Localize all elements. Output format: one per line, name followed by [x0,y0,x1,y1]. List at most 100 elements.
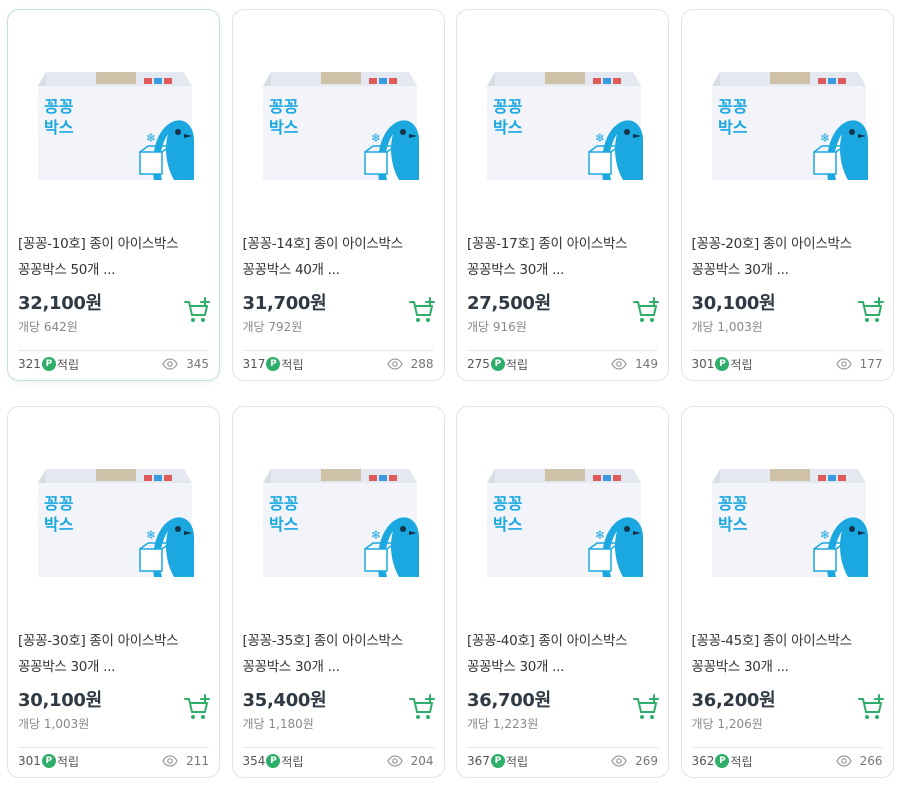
product-title[interactable]: [꽁꽁-20호] 종이 아이스박스 꽁꽁박스 30개 ... [692,231,887,283]
product-grid: 꽁꽁 박스 ❄ [꽁꽁-10호] 종이 아이스박스 꽁꽁박스 50개 ... 3… [7,9,894,778]
product-price: 31,700원 [242,293,327,314]
points-badge-icon: P [715,754,730,768]
svg-text:박스: 박스 [269,515,299,534]
view-count-value: 211 [186,754,209,768]
svg-text:꽁꽁: 꽁꽁 [269,97,299,116]
product-title-line2: 꽁꽁박스 30개 ... [691,659,789,675]
product-image[interactable]: 꽁꽁 박스 ❄ [682,407,893,617]
product-card[interactable]: 꽁꽁 박스 ❄ [꽁꽁-10호] 종이 아이스박스 꽁꽁박스 50개 ... 3… [7,9,220,381]
product-card[interactable]: 꽁꽁 박스 ❄ [꽁꽁-14호] 종이 아이스박스 꽁꽁박스 40개 ... 3… [231,9,445,381]
points-value: 362 [691,754,715,768]
reward-points: 301 P 적립 [692,355,753,373]
eye-icon [611,358,627,370]
product-title-line2: 꽁꽁박스 30개 ... [242,659,340,675]
divider [467,350,658,351]
product-card[interactable]: 꽁꽁 박스 ❄ [꽁꽁-17호] 종이 아이스박스 꽁꽁박스 30개 ... 2… [456,9,669,381]
points-value: 301 [691,357,715,371]
product-card[interactable]: 꽁꽁 박스 ❄ [꽁꽁-30호] 종이 아이스박스 꽁꽁박스 30개 ... 3… [7,406,220,778]
eye-icon [162,755,178,767]
product-card[interactable]: 꽁꽁 박스 ❄ [꽁꽁-40호] 종이 아이스박스 꽁꽁박스 30개 ... 3… [456,406,669,778]
product-image[interactable]: 꽁꽁 박스 ❄ [8,407,219,617]
svg-text:박스: 박스 [269,118,299,137]
svg-text:박스: 박스 [493,118,523,137]
ice-box-illustration: 꽁꽁 박스 ❄ [262,72,419,180]
product-price: 30,100원 [691,293,776,314]
add-to-cart-icon[interactable] [183,297,211,325]
eye-icon [835,358,852,370]
product-title[interactable]: [꽁꽁-14호] 종이 아이스박스 꽁꽁박스 40개 ... [243,231,438,283]
product-image[interactable]: 꽁꽁 박스 ❄ [682,10,893,220]
product-title-line2: 꽁꽁박스 50개 ... [18,262,116,278]
points-value: 317 [242,357,266,371]
ice-box-illustration: 꽁꽁 박스 ❄ [262,469,419,577]
product-image[interactable]: 꽁꽁 박스 ❄ [233,407,444,617]
product-title[interactable]: [꽁꽁-10호] 종이 아이스박스 꽁꽁박스 50개 ... [18,231,213,283]
svg-text:❄: ❄ [595,131,605,145]
svg-text:❄: ❄ [371,131,381,145]
product-title-line1: [꽁꽁-10호] 종이 아이스박스 [18,236,179,252]
product-image[interactable]: 꽁꽁 박스 ❄ [233,10,444,220]
view-count: 211 [162,752,209,770]
svg-text:❄: ❄ [371,528,381,542]
points-badge-icon: P [266,357,281,371]
points-value: 301 [18,754,41,768]
product-title[interactable]: [꽁꽁-45호] 종이 아이스박스 꽁꽁박스 30개 ... [692,628,887,680]
add-to-cart-icon[interactable] [857,694,885,722]
product-price: 36,700원 [467,690,551,711]
product-image[interactable]: 꽁꽁 박스 ❄ [457,10,668,220]
points-value: 321 [18,357,41,371]
view-count-value: 177 [859,357,883,371]
product-title[interactable]: [꽁꽁-30호] 종이 아이스박스 꽁꽁박스 30개 ... [18,628,213,680]
svg-text:꽁꽁: 꽁꽁 [718,97,748,116]
svg-text:박스: 박스 [44,118,74,137]
add-to-cart-icon[interactable] [183,694,211,722]
product-image[interactable]: 꽁꽁 박스 ❄ [457,407,668,617]
view-count: 149 [611,355,658,373]
product-title-line2: 꽁꽁박스 30개 ... [18,659,116,675]
view-count: 345 [162,355,209,373]
points-label: 적립 [730,357,753,372]
product-card[interactable]: 꽁꽁 박스 ❄ [꽁꽁-20호] 종이 아이스박스 꽁꽁박스 30개 ... 3… [680,9,894,381]
divider [18,747,209,748]
points-label: 적립 [281,754,304,769]
product-card[interactable]: 꽁꽁 박스 ❄ [꽁꽁-35호] 종이 아이스박스 꽁꽁박스 30개 ... 3… [231,406,445,778]
eye-icon [162,358,178,370]
view-count-value: 149 [635,357,658,371]
divider [467,747,658,748]
product-title[interactable]: [꽁꽁-40호] 종이 아이스박스 꽁꽁박스 30개 ... [467,628,662,680]
view-count-value: 345 [186,357,209,371]
divider [691,350,883,351]
points-badge-icon: P [490,754,505,768]
svg-text:꽁꽁: 꽁꽁 [493,494,523,513]
view-count-value: 288 [410,357,434,371]
product-image[interactable]: 꽁꽁 박스 ❄ [8,10,219,220]
product-title[interactable]: [꽁꽁-17호] 종이 아이스박스 꽁꽁박스 30개 ... [467,231,662,283]
add-to-cart-icon[interactable] [408,297,436,325]
ice-box-illustration: 꽁꽁 박스 ❄ [487,469,643,577]
view-count-value: 266 [859,754,883,768]
divider [242,350,434,351]
svg-text:❄: ❄ [146,528,156,542]
unit-price: 개당 916원 [467,320,527,334]
ice-box-illustration: 꽁꽁 박스 ❄ [487,72,643,180]
product-price: 35,400원 [242,690,327,711]
reward-points: 301 P 적립 [18,752,79,770]
product-price: 27,500원 [467,293,551,314]
product-price: 36,200원 [691,690,776,711]
add-to-cart-icon[interactable] [632,694,660,722]
add-to-cart-icon[interactable] [632,297,660,325]
unit-price: 개당 1,003원 [691,320,763,334]
product-title-line2: 꽁꽁박스 30개 ... [467,659,565,675]
add-to-cart-icon[interactable] [857,297,885,325]
add-to-cart-icon[interactable] [408,694,436,722]
product-card[interactable]: 꽁꽁 박스 ❄ [꽁꽁-45호] 종이 아이스박스 꽁꽁박스 30개 ... 3… [680,406,894,778]
unit-price: 개당 1,223원 [467,717,539,731]
points-label: 적립 [730,754,753,769]
svg-text:❄: ❄ [820,131,830,145]
svg-text:❄: ❄ [820,528,830,542]
svg-text:꽁꽁: 꽁꽁 [269,494,299,513]
product-title[interactable]: [꽁꽁-35호] 종이 아이스박스 꽁꽁박스 30개 ... [243,628,438,680]
svg-text:박스: 박스 [718,118,748,137]
svg-text:꽁꽁: 꽁꽁 [493,97,523,116]
unit-price: 개당 642원 [18,320,78,334]
